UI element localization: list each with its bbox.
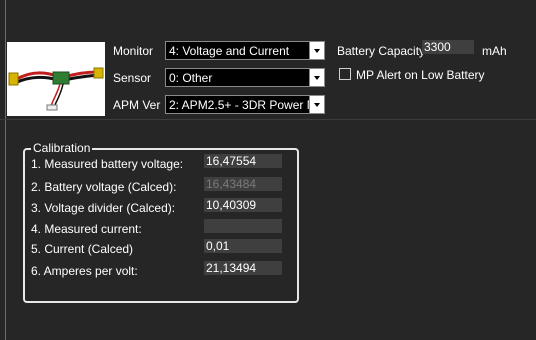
apm-ver-label: APM Ver (113, 98, 161, 112)
low-battery-alert-label[interactable]: MP Alert on Low Battery (356, 68, 485, 82)
chevron-down-icon[interactable] (309, 96, 324, 113)
monitor-dropdown[interactable]: 4: Voltage and Current (165, 41, 325, 60)
sensor-dropdown[interactable]: 0: Other (165, 68, 325, 87)
current-calced-input[interactable]: 0,01 (204, 239, 282, 253)
top-strip (0, 0, 536, 18)
power-module-image (7, 42, 105, 116)
sensor-value: 0: Other (169, 70, 213, 85)
current-calced-label: 5. Current (Calced) (31, 242, 134, 256)
chevron-down-icon[interactable] (309, 69, 324, 86)
measured-battery-voltage-label: 1. Measured battery voltage: (31, 157, 184, 171)
amperes-per-volt-label: 6. Amperes per volt: (31, 264, 138, 278)
voltage-divider-input[interactable]: 10,40309 (204, 198, 282, 212)
battery-voltage-calced-label: 2. Battery voltage (Calced): (31, 180, 177, 194)
calibration-title: Calibration (31, 141, 93, 155)
measured-current-input[interactable] (204, 219, 282, 233)
left-border (5, 0, 6, 340)
amperes-per-volt-input[interactable]: 21,13494 (204, 261, 282, 275)
battery-capacity-unit: mAh (482, 44, 507, 58)
battery-voltage-calced-field: 16,43484 (204, 177, 282, 191)
monitor-label: Monitor (113, 44, 154, 58)
low-battery-alert-checkbox[interactable] (339, 68, 351, 80)
monitor-value: 4: Voltage and Current (169, 43, 290, 58)
battery-capacity-input[interactable]: 3300 (422, 40, 474, 54)
apm-ver-dropdown[interactable]: 2: APM2.5+ - 3DR Power Module (165, 95, 325, 114)
measured-battery-voltage-input[interactable]: 16,47554 (204, 154, 282, 168)
battery-capacity-label: Battery Capacity (337, 44, 426, 58)
section-divider (0, 119, 536, 120)
chevron-down-icon[interactable] (309, 42, 324, 59)
sensor-label: Sensor (113, 71, 152, 85)
apm-ver-value: 2: APM2.5+ - 3DR Power Module (169, 97, 309, 112)
voltage-divider-label: 3. Voltage divider (Calced): (31, 201, 176, 215)
measured-current-label: 4. Measured current: (31, 222, 142, 236)
